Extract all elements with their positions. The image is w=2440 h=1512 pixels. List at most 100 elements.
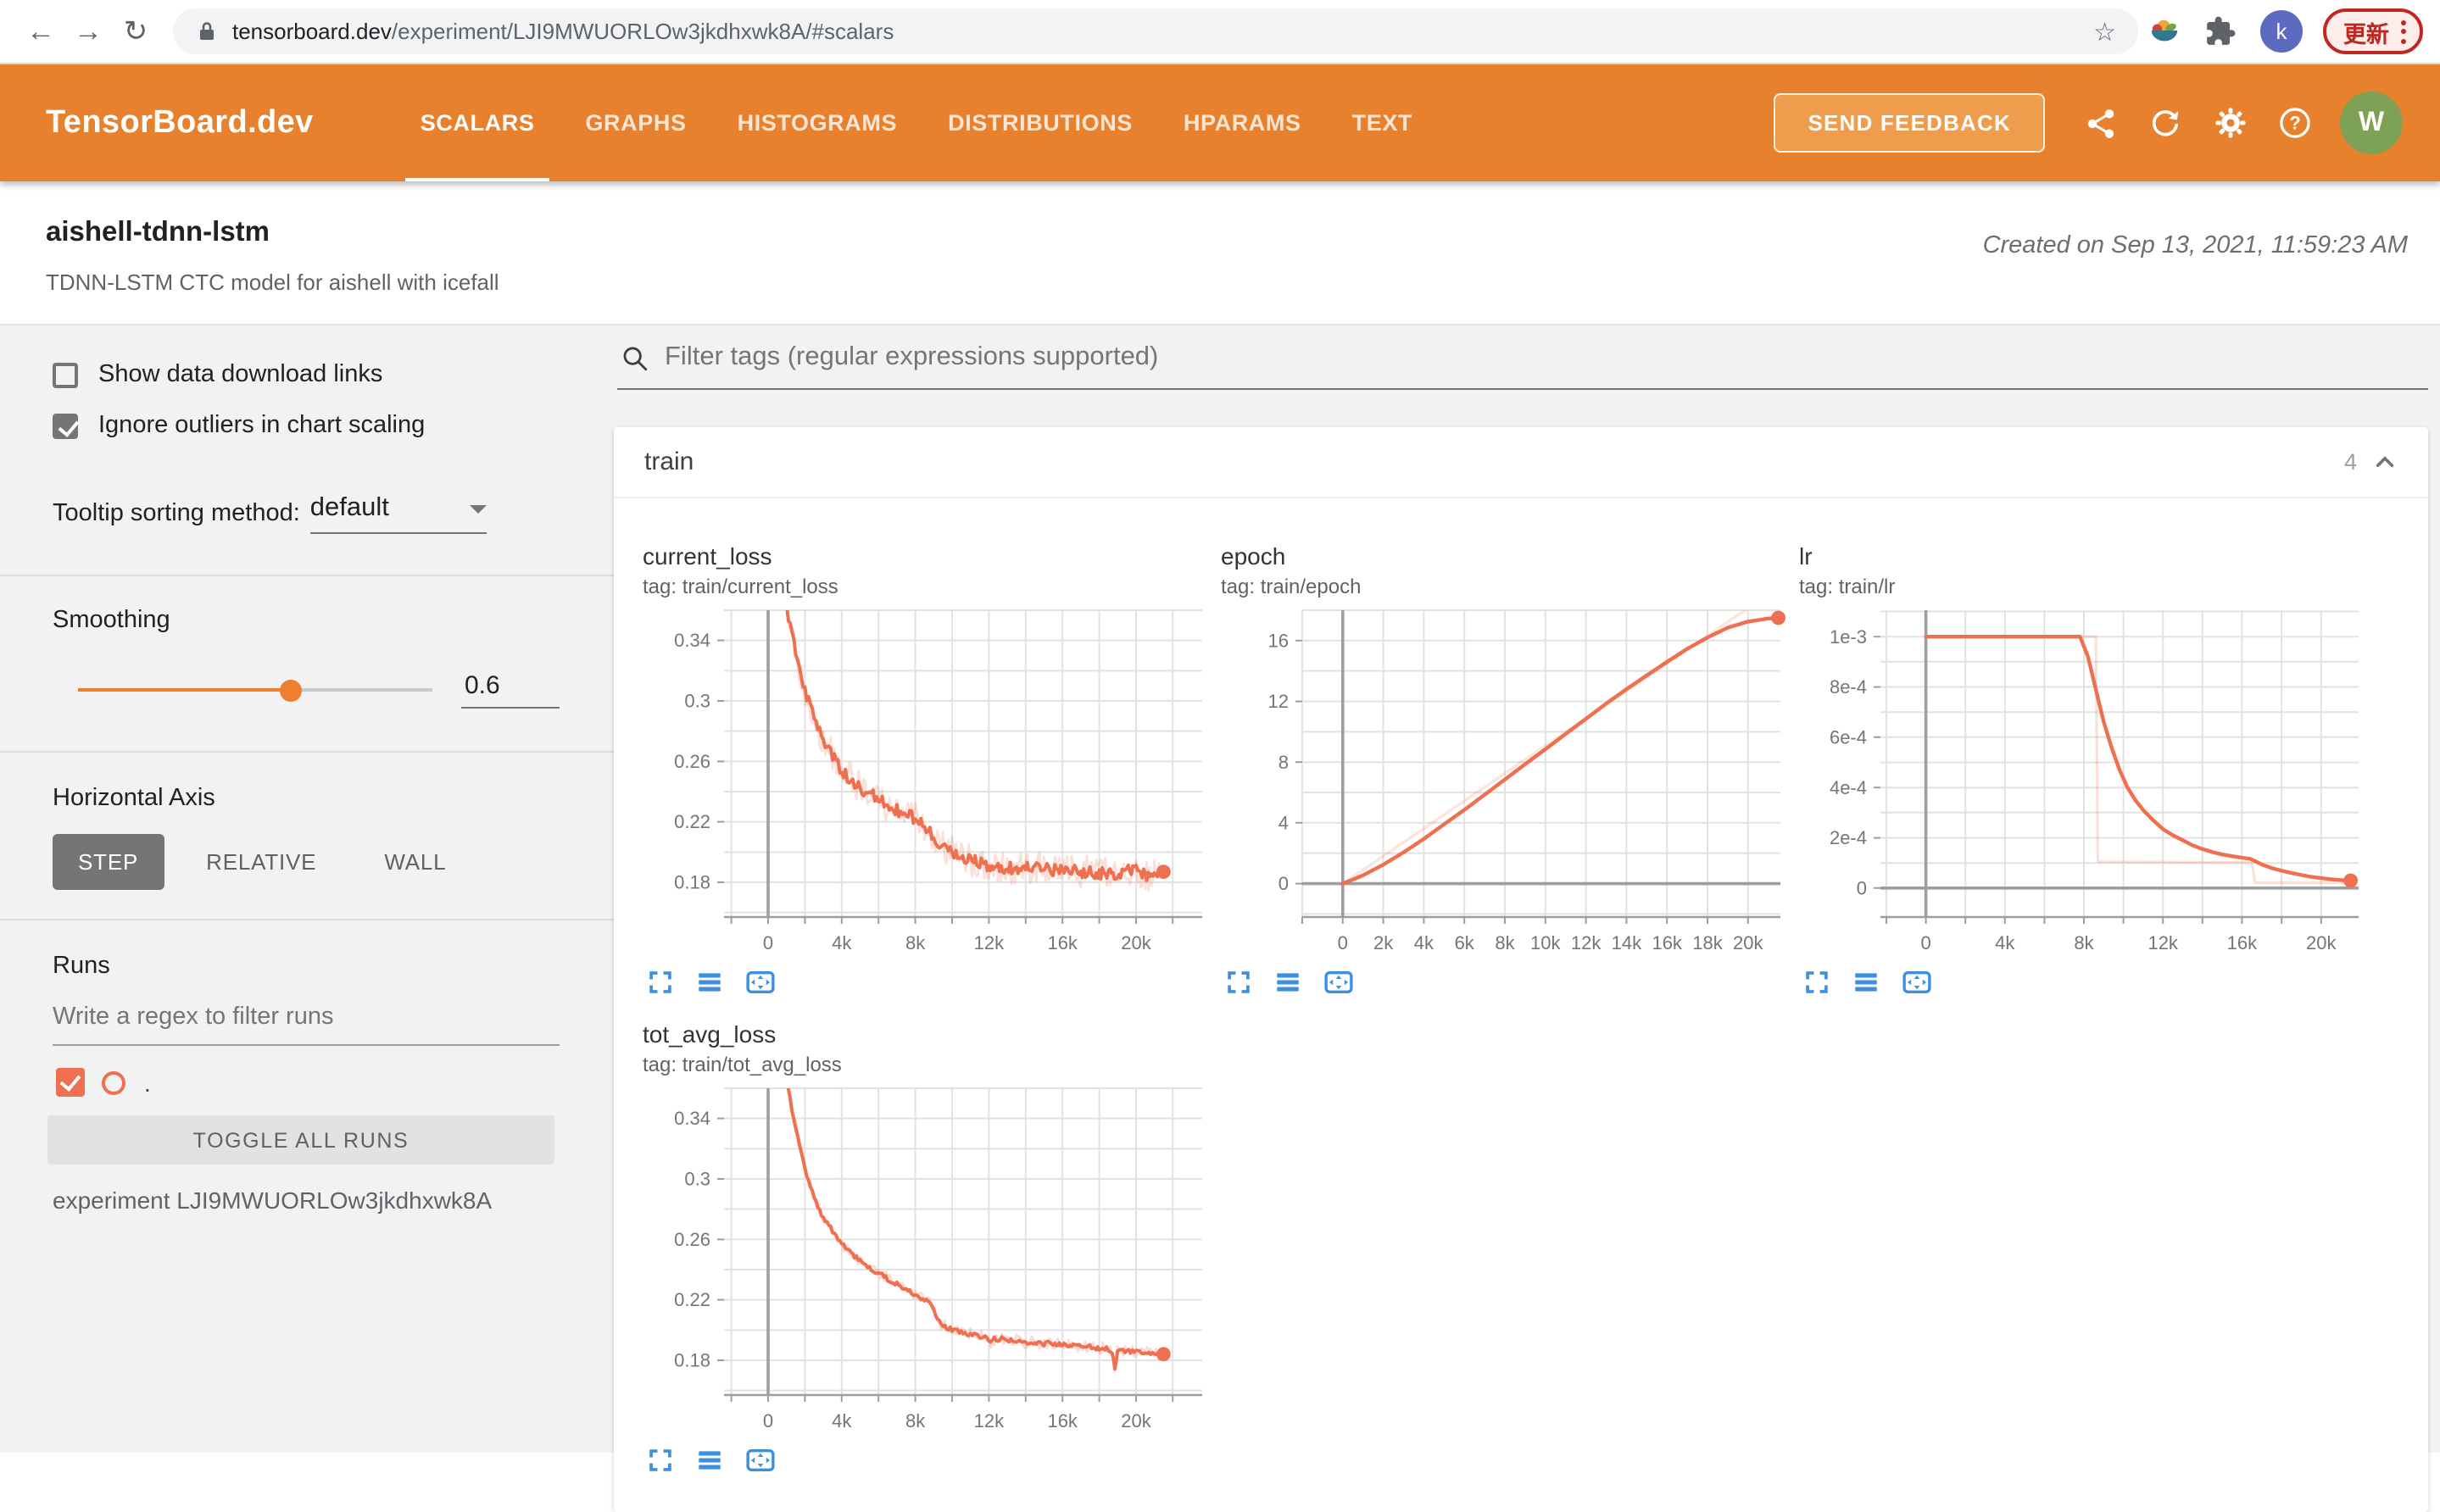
runs-selector-icon[interactable] xyxy=(1852,968,1880,997)
svg-text:6e-4: 6e-4 xyxy=(1830,726,1867,748)
smoothing-label: Smoothing xyxy=(53,607,170,634)
chart-tag: tag: train/current_loss xyxy=(643,575,838,598)
chart-tag: tag: train/tot_avg_loss xyxy=(643,1053,842,1076)
svg-text:4k: 4k xyxy=(1995,932,2015,953)
svg-text:4e-4: 4e-4 xyxy=(1830,777,1867,798)
share-icon[interactable] xyxy=(2069,89,2133,157)
runs-selector-icon[interactable] xyxy=(1273,968,1302,997)
svg-text:20k: 20k xyxy=(2306,932,2337,953)
chart-plot-current-loss[interactable]: 0 4k 8k 12k 16k 20k 0.18 0.22 0.26 0.3 0.34 xyxy=(643,600,1221,968)
svg-text:16k: 16k xyxy=(2227,932,2258,953)
chart-plot-tot-avg-loss[interactable]: 0 4k 8k 12k 16k 20k 0.18 0.22 0.26 0.3 0.34 xyxy=(643,1078,1221,1446)
settings-sidebar: Show data download links Ignore outliers… xyxy=(0,325,614,1453)
reload-icon[interactable]: ↻ xyxy=(112,14,159,48)
tag-filter-row xyxy=(617,342,2428,390)
svg-text:0.34: 0.34 xyxy=(674,630,710,651)
lock-icon xyxy=(197,20,217,42)
tab-hparams[interactable]: HPARAMS xyxy=(1158,64,1327,181)
chart-current-loss: current_loss tag: train/current_loss 0 4k… xyxy=(643,542,1221,997)
run-checkbox[interactable] xyxy=(56,1068,85,1097)
chart-toolbar xyxy=(646,968,1221,997)
svg-text:12k: 12k xyxy=(1571,932,1602,953)
tooltip-sorting-label: Tooltip sorting method: xyxy=(53,500,300,527)
browser-profile-avatar[interactable]: k xyxy=(2260,10,2303,53)
settings-gear-icon[interactable] xyxy=(2198,89,2262,157)
section-name: train xyxy=(644,447,694,476)
svg-text:14k: 14k xyxy=(1612,932,1642,953)
show-download-links-checkbox[interactable] xyxy=(53,362,78,387)
fruit-extension-icon[interactable] xyxy=(2136,15,2192,47)
runs-filter-input[interactable] xyxy=(53,1003,560,1046)
chart-plot-lr[interactable]: 0 4k 8k 12k 16k 20k 0 2e-4 4e-4 6e-4 8e-4 1e-3 xyxy=(1799,600,2377,968)
forward-icon[interactable]: → xyxy=(64,14,112,48)
ignore-outliers-checkbox[interactable] xyxy=(53,413,78,438)
svg-text:0.3: 0.3 xyxy=(684,1169,710,1190)
smoothing-value[interactable]: 0.6 xyxy=(461,671,560,709)
chart-plot-epoch[interactable]: 0 2k 4k 6k 8k 10k 12k 14k 16k 18k 20k 0 4 8 12 16 xyxy=(1221,600,1799,968)
chart-tag: tag: train/lr xyxy=(1799,575,1896,598)
chrome-update-button[interactable]: 更新 xyxy=(2323,8,2423,54)
tab-histograms[interactable]: HISTOGRAMS xyxy=(712,64,923,181)
svg-text:12k: 12k xyxy=(974,932,1005,953)
axis-relative-button[interactable]: RELATIVE xyxy=(181,834,342,890)
help-icon[interactable]: ? xyxy=(2262,89,2326,157)
show-download-links-label: Show data download links xyxy=(98,361,383,388)
refresh-icon[interactable] xyxy=(2133,89,2198,157)
fit-domain-icon[interactable] xyxy=(744,968,777,997)
send-feedback-button[interactable]: SEND FEEDBACK xyxy=(1774,93,2045,153)
svg-text:4: 4 xyxy=(1278,812,1289,833)
tab-graphs[interactable]: GRAPHS xyxy=(560,64,711,181)
puzzle-extension-icon[interactable] xyxy=(2192,15,2248,47)
experiment-header: aishell-tdnn-lstm TDNN-LSTM CTC model fo… xyxy=(0,181,2440,325)
expand-chart-icon[interactable] xyxy=(646,1446,675,1475)
bookmark-star-icon[interactable]: ☆ xyxy=(2093,16,2116,47)
expand-chart-icon[interactable] xyxy=(1224,968,1253,997)
browser-menu-icon[interactable] xyxy=(2401,19,2406,43)
tag-filter-input[interactable] xyxy=(665,342,2428,373)
runs-selector-icon[interactable] xyxy=(695,1446,724,1475)
horizontal-axis-label: Horizontal Axis xyxy=(53,785,215,812)
chevron-up-icon[interactable] xyxy=(2372,449,2398,475)
svg-text:0: 0 xyxy=(1857,877,1867,898)
smoothing-slider[interactable] xyxy=(78,679,432,701)
axis-wall-button[interactable]: WALL xyxy=(359,834,471,890)
runs-selector-icon[interactable] xyxy=(695,968,724,997)
fit-domain-icon[interactable] xyxy=(1901,968,1933,997)
svg-text:18k: 18k xyxy=(1692,932,1723,953)
chevron-down-icon xyxy=(469,504,487,513)
chart-title: epoch xyxy=(1221,542,1286,570)
chart-title: current_loss xyxy=(643,542,772,570)
svg-text:0: 0 xyxy=(763,932,773,953)
expand-chart-icon[interactable] xyxy=(646,968,675,997)
tooltip-sorting-select[interactable]: default xyxy=(309,493,487,534)
svg-text:8: 8 xyxy=(1278,752,1289,773)
svg-text:12k: 12k xyxy=(974,1410,1005,1431)
toggle-all-runs-button[interactable]: TOGGLE ALL RUNS xyxy=(47,1115,554,1165)
address-bar[interactable]: tensorboard.dev/experiment/LJI9MWUORLOw3… xyxy=(173,8,2138,54)
runs-experiment-label: experiment LJI9MWUORLOw3jkdhxwk8A xyxy=(53,1187,493,1214)
account-avatar[interactable]: W xyxy=(2340,92,2403,154)
fit-domain-icon[interactable] xyxy=(1323,968,1355,997)
tooltip-sorting-value: default xyxy=(309,493,389,522)
tab-distributions[interactable]: DISTRIBUTIONS xyxy=(922,64,1158,181)
axis-step-button[interactable]: STEP xyxy=(53,834,164,890)
tab-scalars[interactable]: SCALARS xyxy=(395,64,560,181)
chart-title: tot_avg_loss xyxy=(643,1020,777,1048)
chart-epoch: epoch tag: train/epoch 0 2k 4k 6k 8k 10k 12k 14… xyxy=(1221,542,1799,997)
back-icon[interactable]: ← xyxy=(17,14,64,48)
svg-text:4k: 4k xyxy=(832,1410,852,1431)
smoothing-slider-fill xyxy=(78,688,291,692)
chart-toolbar xyxy=(646,1446,1221,1475)
expand-chart-icon[interactable] xyxy=(1802,968,1831,997)
tensorboard-appbar: TensorBoard.dev SCALARS GRAPHS HISTOGRAM… xyxy=(0,64,2440,181)
svg-text:16k: 16k xyxy=(1652,932,1682,953)
run-color-swatch-icon xyxy=(102,1070,125,1094)
smoothing-slider-handle[interactable] xyxy=(280,679,303,701)
browser-chrome: ← → ↻ tensorboard.dev/experiment/LJI9MWU… xyxy=(0,0,2440,64)
train-section-header[interactable]: train 4 xyxy=(614,427,2428,498)
runs-label: Runs xyxy=(53,953,110,980)
content: Show data download links Ignore outliers… xyxy=(0,325,2440,1512)
svg-text:?: ? xyxy=(2288,113,2299,134)
fit-domain-icon[interactable] xyxy=(744,1446,777,1475)
tab-text[interactable]: TEXT xyxy=(1327,64,1438,181)
